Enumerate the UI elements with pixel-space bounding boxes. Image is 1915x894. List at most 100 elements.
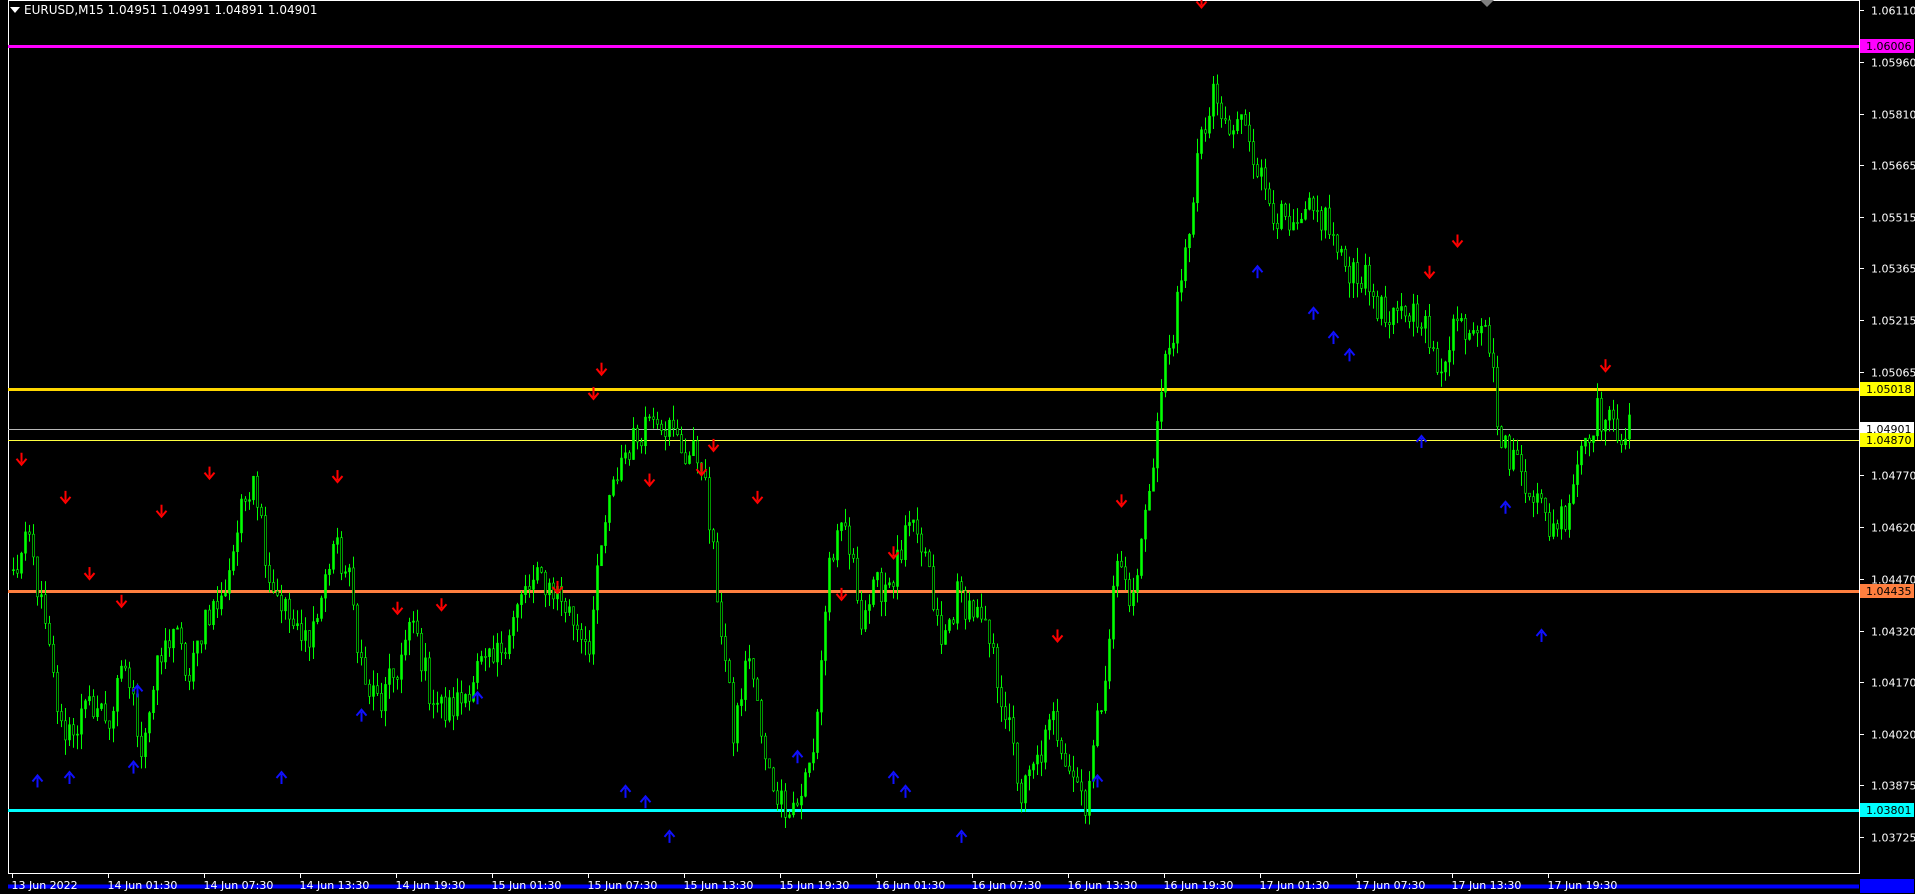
candle-body xyxy=(1340,248,1343,253)
candle-body xyxy=(1576,464,1579,485)
candle-body xyxy=(876,572,879,581)
candle-body xyxy=(44,594,47,624)
candle-body xyxy=(620,457,623,481)
candle-body xyxy=(1220,102,1223,119)
candle-body xyxy=(1060,740,1063,754)
candle-body xyxy=(968,600,971,620)
price-tick-label: 1.03875 xyxy=(1871,780,1915,793)
candle xyxy=(320,595,323,622)
candle-body xyxy=(728,660,731,683)
candle-body xyxy=(1292,222,1295,231)
candle-body xyxy=(52,643,55,673)
candle-body xyxy=(584,639,587,642)
candle xyxy=(1504,434,1507,449)
candle-body xyxy=(1544,497,1547,513)
candle-body xyxy=(1600,398,1603,432)
price-line-label: 1.04435 xyxy=(1860,584,1914,598)
candle-body xyxy=(604,522,607,546)
time-axis[interactable]: 13 Jun 2022 14 Jun 01:30 14 Jun 07:30 14 Ju… xyxy=(12,873,1618,892)
candle-body xyxy=(928,551,931,567)
candle-body xyxy=(1260,167,1263,177)
candle-body xyxy=(1492,352,1495,368)
candle-body xyxy=(204,609,207,645)
candle-body xyxy=(196,640,199,654)
candle-body xyxy=(512,617,515,636)
candle-body xyxy=(1480,325,1483,334)
candle-body xyxy=(432,703,435,705)
candle xyxy=(828,551,831,621)
candle-body xyxy=(1136,575,1139,593)
candle-body xyxy=(972,600,975,618)
candle-body xyxy=(156,655,159,691)
candle-body xyxy=(912,519,915,523)
candle-body xyxy=(580,629,583,640)
candle-body xyxy=(1520,454,1523,472)
candle-body xyxy=(1460,318,1463,321)
candle-body xyxy=(884,584,887,602)
candle-body xyxy=(768,758,771,769)
candle-body xyxy=(16,569,19,574)
chart-window[interactable]: 1.06110 1.05960 1.05810 1.05665 1.05515 1.053… xyxy=(0,0,1915,894)
candle-body xyxy=(516,604,519,618)
candle-body xyxy=(1624,438,1627,446)
candle xyxy=(1164,350,1167,398)
candle-body xyxy=(1248,124,1251,142)
candle-body xyxy=(360,652,363,659)
chart-title: EURUSD,M15 1.04951 1.04991 1.04891 1.049… xyxy=(24,3,318,17)
time-tick-label: 15 Jun 13:30 xyxy=(684,879,754,892)
time-tick-label: 16 Jun 13:30 xyxy=(1068,879,1138,892)
candle-body xyxy=(1392,307,1395,325)
candle-body xyxy=(1364,264,1367,289)
candle-body xyxy=(520,594,523,605)
candle xyxy=(928,549,931,568)
candle-body xyxy=(1488,325,1491,354)
candle-body xyxy=(316,618,319,622)
candle-body xyxy=(780,790,783,805)
candle xyxy=(804,768,807,798)
candle-body xyxy=(428,657,431,704)
candle-body xyxy=(1204,129,1207,134)
candle-body xyxy=(540,567,543,573)
candle-body xyxy=(116,678,119,712)
candle-body xyxy=(600,545,603,567)
candle-body xyxy=(1396,307,1399,311)
candle xyxy=(540,566,543,574)
candle-body xyxy=(1156,421,1159,469)
candle-body xyxy=(904,525,907,560)
candle-body xyxy=(1484,325,1487,327)
candle-body xyxy=(268,565,271,583)
candle-body xyxy=(208,609,211,626)
candle-body xyxy=(84,700,87,710)
chart-menu-triangle-icon[interactable] xyxy=(10,7,20,13)
candle-body xyxy=(284,598,287,612)
chart-shift-marker-icon[interactable] xyxy=(1480,0,1494,7)
candle-body xyxy=(1100,710,1103,712)
candle-body xyxy=(100,703,103,709)
candle-body xyxy=(740,699,743,706)
candle-body xyxy=(528,586,531,590)
candle-body xyxy=(1308,197,1311,210)
price-tick-label: 1.05810 xyxy=(1871,109,1915,122)
candle-body xyxy=(68,724,71,741)
candle-body xyxy=(1192,202,1195,235)
candle-body xyxy=(192,652,195,682)
candle-body xyxy=(1228,119,1231,135)
time-tick-label: 17 Jun 13:30 xyxy=(1452,879,1522,892)
candle-body xyxy=(264,515,267,566)
candle-body xyxy=(552,582,555,600)
time-tick-label: 14 Jun 07:30 xyxy=(204,879,274,892)
plot-frame xyxy=(8,0,1860,874)
candle-body xyxy=(1336,234,1339,253)
candle-body xyxy=(1400,306,1403,311)
candle-body xyxy=(524,586,527,595)
candle-body xyxy=(1372,291,1375,297)
candle-body xyxy=(436,702,439,705)
candle-body xyxy=(296,623,299,627)
candle-body xyxy=(816,711,819,753)
price-chart[interactable]: 1.06110 1.05960 1.05810 1.05665 1.05515 1.053… xyxy=(0,0,1915,894)
candle-body xyxy=(180,627,183,645)
candle-body xyxy=(1152,467,1155,492)
candle-body xyxy=(1200,129,1203,154)
candle-body xyxy=(76,733,79,736)
candle-body xyxy=(248,499,251,502)
